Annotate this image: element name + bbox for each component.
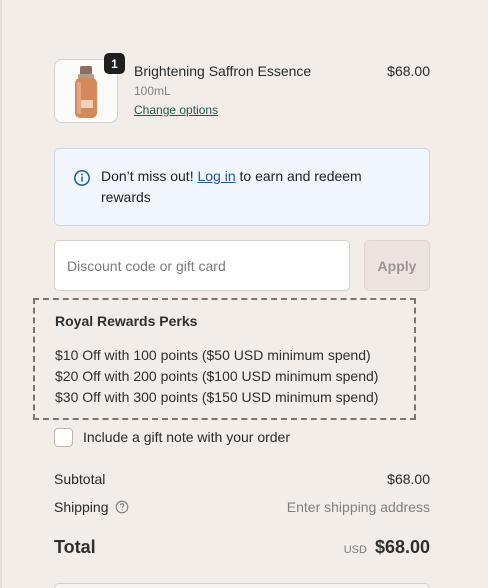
info-icon [74, 170, 90, 186]
gift-note-checkbox[interactable] [54, 427, 73, 447]
question-circle-icon[interactable] [115, 500, 129, 514]
shipping-label: Shipping [54, 499, 109, 515]
perk-item: $10 Off with 100 points ($50 USD minimum… [55, 347, 371, 363]
apply-discount-button[interactable]: Apply [364, 240, 430, 291]
login-link[interactable]: Log in [197, 168, 235, 184]
discount-code-input[interactable] [54, 240, 350, 291]
product-size: 100mL [134, 84, 171, 98]
perk-item: $30 Off with 300 points ($150 USD minimu… [55, 389, 379, 405]
subtotal-label: Subtotal [54, 471, 106, 487]
notice-prefix: Don’t miss out! [101, 168, 198, 184]
product-name: Brightening Saffron Essence [134, 63, 312, 79]
total-label: Total [54, 537, 96, 557]
cart-line-item: 1 Brightening Saffron Essence 100mL Chan… [54, 53, 430, 123]
shipping-value: Enter shipping address [286, 499, 430, 515]
subtotal-value: $68.00 [387, 471, 430, 487]
notice-text: Don’t miss out! Log in to earn and redee… [101, 166, 401, 208]
gift-note-option[interactable]: Include a gift note with your order [54, 427, 290, 447]
rewards-perks-box: Royal Rewards Perks $10 Off with 100 poi… [33, 298, 416, 420]
currency-code: USD [343, 544, 367, 556]
quantity-badge: 1 [104, 53, 125, 74]
change-options-link[interactable]: Change options [134, 103, 218, 117]
gift-note-label: Include a gift note with your order [83, 429, 291, 445]
perks-title: Royal Rewards Perks [55, 313, 198, 329]
shipping-label-group: Shipping [54, 499, 129, 515]
total-amount-group: USD $68.00 [344, 537, 430, 558]
total-row: Total USD $68.00 [54, 537, 430, 558]
total-value: $68.00 [374, 537, 430, 557]
perk-item: $20 Off with 200 points ($100 USD minimu… [55, 368, 379, 384]
next-section-card [54, 583, 430, 588]
perks-list: $10 Off with 100 points ($50 USD minimum… [55, 345, 378, 408]
page-divider [0, 0, 2, 588]
shipping-row: Shipping Enter shipping address [54, 499, 430, 515]
product-price: $68.00 [387, 63, 430, 79]
login-notice: Don’t miss out! Log in to earn and redee… [54, 148, 430, 226]
subtotal-row: Subtotal $68.00 [54, 471, 430, 487]
